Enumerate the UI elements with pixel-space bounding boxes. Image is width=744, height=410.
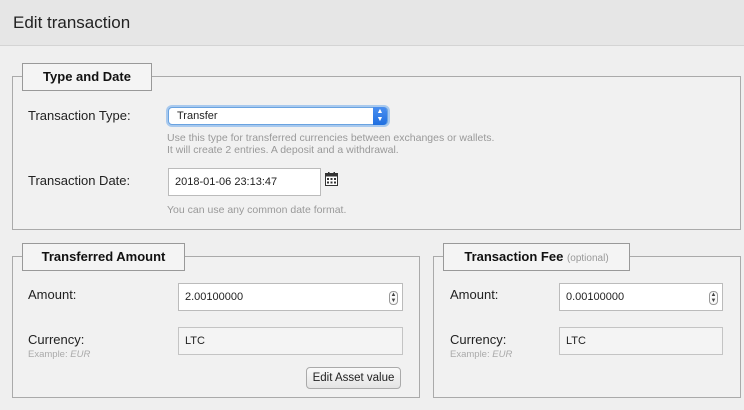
type-date-legend: Type and Date <box>22 63 152 91</box>
transaction-date-label: Transaction Date: <box>28 173 131 188</box>
fee-currency-label: Currency: <box>450 332 507 347</box>
fee-amount-label: Amount: <box>450 287 499 302</box>
transaction-date-value: 2018-01-06 23:13:47 <box>175 176 278 188</box>
transaction-fee-legend: Transaction Fee (optional) <box>443 243 630 271</box>
fee-amount-input[interactable]: 0.00100000 ▲ ▼ <box>559 283 723 311</box>
fee-stepper-icon[interactable]: ▲ ▼ <box>709 291 718 305</box>
transaction-fee-optional: (optional) <box>566 253 609 264</box>
transaction-type-label: Transaction Type: <box>28 108 131 123</box>
fee-currency-input[interactable]: LTC <box>559 327 723 355</box>
transaction-date-input[interactable]: 2018-01-06 23:13:47 <box>168 168 321 196</box>
transferred-amount-label: Amount: <box>28 287 77 302</box>
transferred-currency-label: Currency: <box>28 332 85 347</box>
fee-amount-value: 0.00100000 <box>566 291 625 303</box>
transaction-date-hint: You can use any common date format. <box>167 204 347 216</box>
edit-asset-value-button[interactable]: Edit Asset value <box>306 367 401 389</box>
transferred-amount-legend: Transferred Amount <box>22 243 185 271</box>
transferred-amount-input[interactable]: 2.00100000 ▲ ▼ <box>178 283 403 311</box>
fee-currency-value: LTC <box>566 335 586 347</box>
transferred-currency-example: Example: EUR <box>28 349 91 360</box>
select-arrows-icon: ▲ ▼ <box>373 107 387 125</box>
transferred-amount-value: 2.00100000 <box>185 291 244 303</box>
transferred-currency-input[interactable]: LTC <box>178 327 403 355</box>
transaction-type-hint-1: Use this type for transferred currencies… <box>167 132 495 144</box>
transaction-type-value: Transfer <box>177 110 218 122</box>
transaction-type-hint-2: It will create 2 entries. A deposit and … <box>167 144 399 156</box>
calendar-icon[interactable] <box>325 172 338 186</box>
page-header: Edit transaction <box>0 0 744 46</box>
transaction-type-select[interactable]: Transfer ▲ ▼ <box>168 107 388 125</box>
amount-stepper-icon[interactable]: ▲ ▼ <box>389 291 398 305</box>
fee-currency-example: Example: EUR <box>450 349 513 360</box>
page-title: Edit transaction <box>13 13 131 32</box>
transferred-currency-value: LTC <box>185 335 205 347</box>
